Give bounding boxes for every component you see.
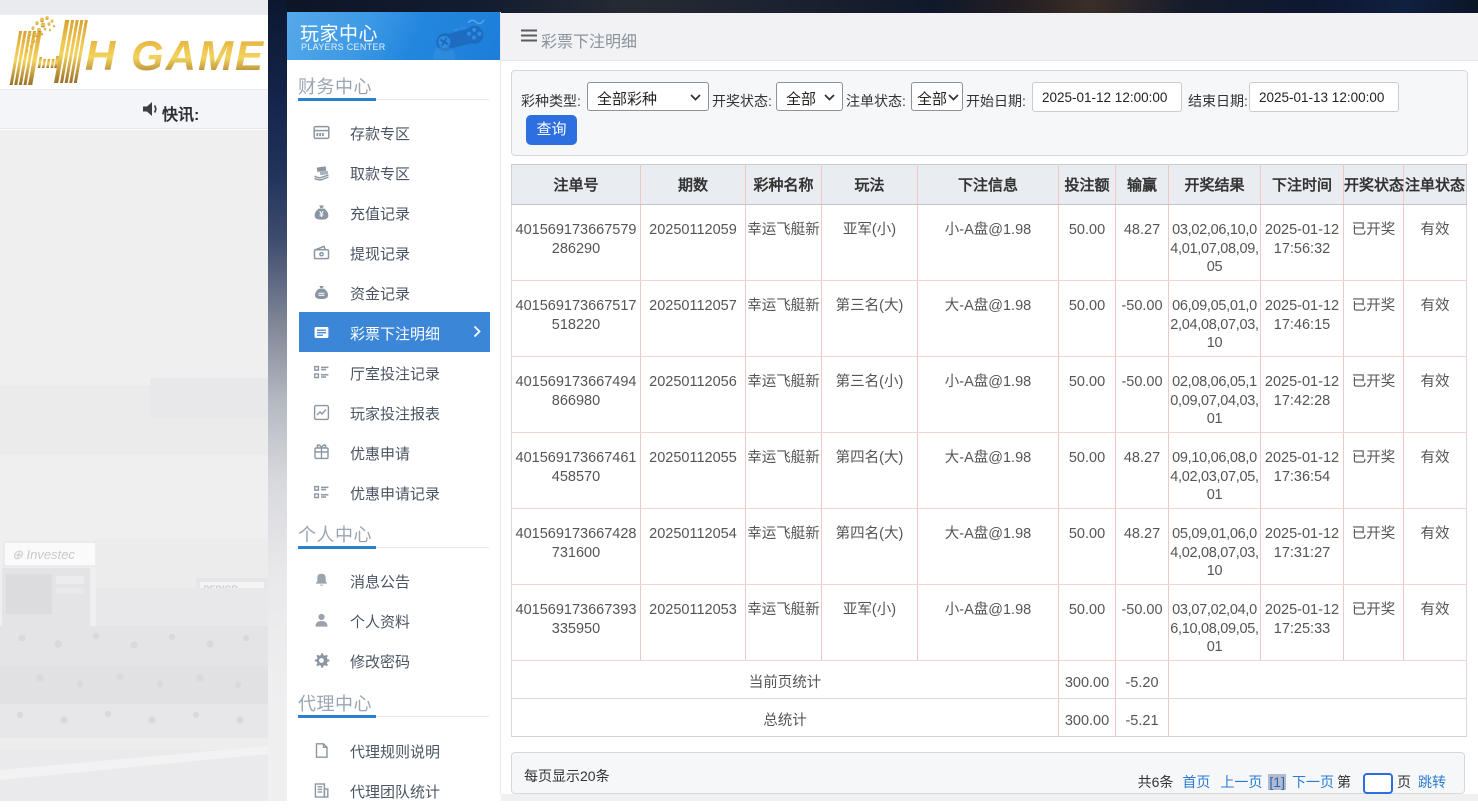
svg-text:⊕ Investec: ⊕ Investec [12, 547, 75, 562]
svg-text:¥: ¥ [319, 210, 324, 219]
svg-text:H GAME: H GAME [85, 32, 265, 79]
